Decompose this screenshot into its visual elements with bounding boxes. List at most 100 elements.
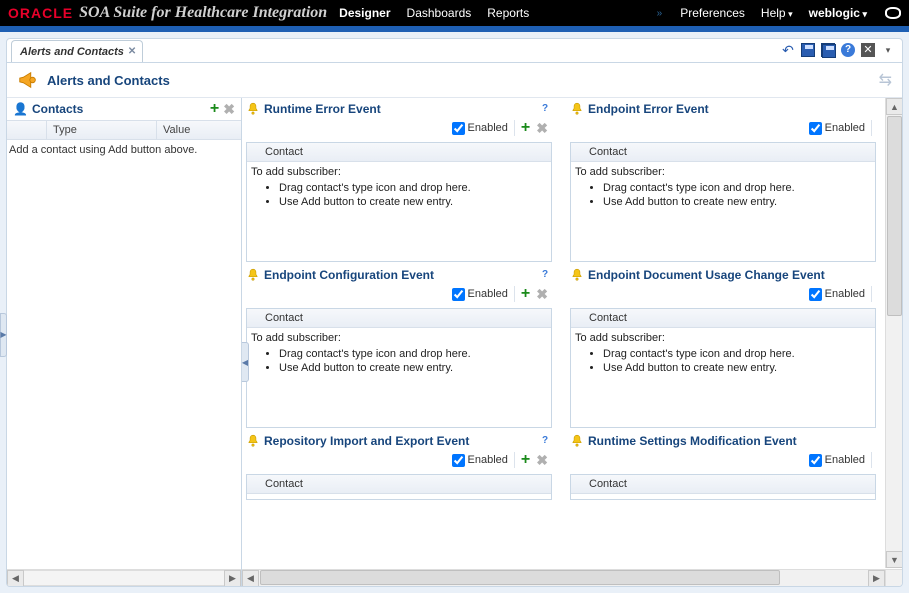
contacts-grid-header: Type Value bbox=[7, 120, 241, 140]
event-toolbar: Enabled bbox=[570, 450, 876, 474]
contacts-empty-msg: Add a contact using Add button above. bbox=[7, 140, 241, 160]
save-icon[interactable] bbox=[800, 42, 816, 58]
enabled-checkbox[interactable]: Enabled bbox=[809, 122, 865, 135]
event-header: Endpoint Configuration Event? bbox=[246, 266, 552, 284]
toolbar-divider bbox=[871, 120, 872, 136]
bell-icon bbox=[246, 434, 260, 448]
event-card: Endpoint Configuration Event?Enabled+✖Co… bbox=[246, 266, 552, 428]
panel-menu-dropdown[interactable]: ▾ bbox=[880, 42, 896, 58]
hscroll-left-button[interactable]: ◀ bbox=[242, 570, 259, 586]
toolbar-divider bbox=[514, 120, 515, 136]
revert-icon[interactable]: ↶ bbox=[780, 42, 796, 58]
enabled-checkbox[interactable]: Enabled bbox=[809, 454, 865, 467]
event-toolbar: Enabled bbox=[570, 284, 876, 308]
event-title: Runtime Error Event bbox=[264, 102, 538, 116]
contact-box: ContactTo add subscriber:Drag contact's … bbox=[570, 142, 876, 262]
left-dock-handle[interactable]: ▶ bbox=[0, 313, 7, 357]
events-pane: ◀ Runtime Error Event?Enabled+✖ContactTo… bbox=[242, 98, 902, 586]
contact-box: ContactTo add subscriber:Drag contact's … bbox=[246, 308, 552, 428]
scroll-right-button[interactable]: ▶ bbox=[224, 570, 241, 586]
bell-icon bbox=[570, 102, 584, 116]
nav-dashboards[interactable]: Dashboards bbox=[407, 6, 472, 20]
help-icon[interactable]: ? bbox=[840, 42, 856, 58]
tab-close-icon[interactable]: ✕ bbox=[128, 46, 136, 57]
main-panel: Alerts and Contacts ✕ ↶ ? ✕ ▾ Alerts and… bbox=[6, 38, 903, 587]
app-title: SOA Suite for Healthcare Integration bbox=[79, 4, 327, 22]
page-header: Alerts and Contacts ⇆ bbox=[7, 63, 902, 97]
event-header: Runtime Error Event? bbox=[246, 100, 552, 118]
scroll-up-button[interactable]: ▲ bbox=[886, 98, 902, 115]
add-contact-button[interactable]: + bbox=[210, 103, 219, 115]
event-card: Runtime Error Event?Enabled+✖ContactTo a… bbox=[246, 100, 552, 262]
top-navbar: ORACLE SOA Suite for Healthcare Integrat… bbox=[0, 0, 909, 26]
event-header: Endpoint Document Usage Change Event bbox=[570, 266, 876, 284]
hscroll-thumb[interactable] bbox=[260, 570, 780, 585]
tab-label: Alerts and Contacts bbox=[20, 46, 124, 58]
scroll-down-button[interactable]: ▼ bbox=[886, 551, 902, 568]
col-blank bbox=[7, 121, 47, 139]
event-help-icon[interactable]: ? bbox=[538, 434, 552, 448]
nav-preferences[interactable]: Preferences bbox=[680, 6, 745, 20]
close-panel-icon[interactable]: ✕ bbox=[860, 42, 876, 58]
add-subscriber-button[interactable]: + bbox=[521, 122, 530, 134]
events-container: Runtime Error Event?Enabled+✖ContactTo a… bbox=[242, 98, 884, 568]
event-toolbar: Enabled bbox=[570, 118, 876, 142]
bell-icon bbox=[246, 102, 260, 116]
megaphone-icon bbox=[17, 69, 39, 91]
horizontal-scrollbar[interactable]: ◀ ▶ bbox=[242, 569, 885, 586]
splitter-handle[interactable]: ◀ bbox=[242, 342, 249, 382]
contacts-hscroll[interactable]: ◀ ▶ bbox=[7, 569, 241, 586]
event-title: Repository Import and Export Event bbox=[264, 434, 538, 448]
event-title: Endpoint Error Event bbox=[588, 102, 876, 116]
contact-box-header: Contact bbox=[247, 309, 551, 328]
contacts-pane: 👤 Contacts + ✖ Type Value Add a contact … bbox=[7, 98, 242, 586]
chevron-right-icon[interactable]: » bbox=[657, 8, 663, 19]
nav-reports[interactable]: Reports bbox=[487, 6, 529, 20]
nav-user[interactable]: weblogic bbox=[809, 6, 867, 20]
toolbar-icons: ↶ ? ✕ ▾ bbox=[780, 42, 896, 58]
contact-box-header: Contact bbox=[247, 475, 551, 494]
event-toolbar: Enabled+✖ bbox=[246, 284, 552, 308]
event-card: Endpoint Error Event Enabled ContactTo add… bbox=[570, 100, 876, 262]
scroll-corner bbox=[885, 569, 902, 586]
contact-box-header: Contact bbox=[247, 143, 551, 162]
contact-box: Contact bbox=[246, 474, 552, 500]
nav-help[interactable]: Help bbox=[761, 6, 793, 20]
contact-box: ContactTo add subscriber:Drag contact's … bbox=[246, 142, 552, 262]
add-subscriber-button[interactable]: + bbox=[521, 288, 530, 300]
event-row: Runtime Error Event?Enabled+✖ContactTo a… bbox=[246, 100, 876, 262]
page-title: Alerts and Contacts bbox=[47, 73, 170, 88]
event-toolbar: Enabled + ✖ bbox=[246, 450, 552, 474]
toolbar-divider bbox=[871, 452, 872, 468]
event-toolbar: Enabled+✖ bbox=[246, 118, 552, 142]
refresh-icon[interactable]: ⇆ bbox=[879, 70, 892, 90]
event-help-icon[interactable]: ? bbox=[538, 102, 552, 116]
contact-box-header: Contact bbox=[571, 143, 875, 162]
vertical-scrollbar[interactable]: ▲ ▼ bbox=[885, 98, 902, 568]
hscroll-right-button[interactable]: ▶ bbox=[868, 570, 885, 586]
delete-subscriber-button: ✖ bbox=[536, 454, 548, 466]
event-title: Endpoint Configuration Event bbox=[264, 268, 538, 282]
col-type[interactable]: Type bbox=[47, 121, 157, 139]
nav-designer[interactable]: Designer bbox=[339, 6, 390, 20]
enabled-checkbox[interactable]: Enabled bbox=[452, 288, 508, 301]
event-row: Repository Import and Export Event? Enabl… bbox=[246, 432, 876, 500]
col-value[interactable]: Value bbox=[157, 121, 241, 139]
tab-alerts-contacts[interactable]: Alerts and Contacts ✕ bbox=[11, 40, 143, 62]
enabled-checkbox[interactable]: Enabled bbox=[809, 288, 865, 301]
scroll-left-button[interactable]: ◀ bbox=[7, 570, 24, 586]
contact-box-body: To add subscriber:Drag contact's type ic… bbox=[571, 328, 875, 384]
contact-box-body: To add subscriber:Drag contact's type ic… bbox=[247, 328, 551, 384]
enabled-checkbox[interactable]: Enabled bbox=[452, 454, 508, 467]
bell-icon bbox=[246, 268, 260, 282]
contact-box: Contact bbox=[570, 474, 876, 500]
vscroll-thumb[interactable] bbox=[887, 116, 902, 316]
contacts-title: Contacts bbox=[32, 102, 83, 116]
save-all-icon[interactable] bbox=[820, 42, 836, 58]
add-subscriber-button[interactable]: + bbox=[521, 454, 530, 466]
event-help-icon[interactable]: ? bbox=[538, 268, 552, 282]
enabled-checkbox[interactable]: Enabled bbox=[452, 122, 508, 135]
scroll-track[interactable] bbox=[24, 570, 224, 586]
bell-icon bbox=[570, 434, 584, 448]
toolbar-divider bbox=[514, 452, 515, 468]
